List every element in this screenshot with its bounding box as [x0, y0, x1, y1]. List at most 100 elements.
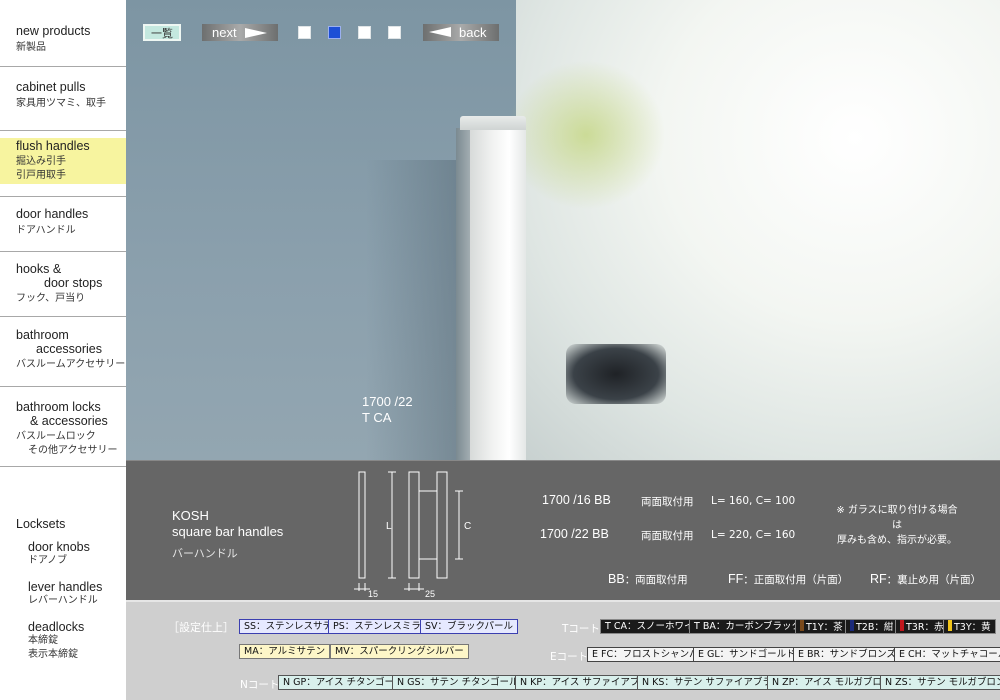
note-line-1: ※ ガラスに取り付ける場合は — [836, 505, 958, 531]
back-button-label: back — [459, 25, 487, 40]
diagram-label-l: L — [386, 521, 392, 532]
spec-model-2: 1700 /22 BB — [540, 527, 609, 541]
diagram-label-c: C — [464, 521, 471, 532]
finish-e-ch[interactable]: E CH：マットチャコール — [894, 647, 1000, 662]
nav-label-jp: バスルームアクセサリー — [16, 359, 126, 370]
swatch-label: T3Y：黄 — [954, 622, 991, 633]
finish-ma[interactable]: MA：アルミサテン — [239, 644, 331, 659]
nav-label-en: cabinet pulls — [16, 80, 86, 94]
nav-label-jp-2: その他アクセサリー — [28, 445, 118, 456]
arrow-left-icon — [429, 27, 451, 37]
bar-handle-top — [460, 116, 526, 130]
finish-n-zs[interactable]: N ZS：サテン モルガブロンズ — [880, 675, 1000, 690]
nav-label-jp: 本締錠 — [28, 635, 58, 646]
nav-label-en-2: accessories — [36, 342, 102, 356]
divider — [0, 251, 126, 252]
page-indicator-2[interactable] — [328, 26, 341, 39]
caption-model: 1700 /22 — [362, 394, 413, 409]
legend-desc: ：裏止め用（片面） — [886, 574, 982, 586]
nav-cabinet-pulls[interactable]: cabinet pulls 家具用ツマミ、取手 — [0, 80, 126, 111]
page-indicator-3[interactable] — [358, 26, 371, 39]
nav-deadlocks[interactable]: deadlocks 本締錠 表示本締錠 — [0, 620, 126, 662]
photo-foliage — [506, 60, 666, 210]
color-chip — [850, 620, 854, 631]
diagram-dim-25: 25 — [425, 589, 435, 599]
product-subtitle: square bar handles — [172, 524, 284, 539]
finish-e-br[interactable]: E BR：サンドブロンズ — [793, 647, 901, 662]
nav-label-jp: バスルームロック — [16, 431, 96, 442]
divider — [0, 386, 126, 387]
nav-label-en: door handles — [16, 207, 89, 221]
swatch-label: T1Y：茶 — [806, 622, 843, 633]
next-button-label: next — [212, 25, 237, 40]
finish-t3r[interactable]: T3R：赤 — [895, 619, 949, 634]
spec-mount-1: 両面取付用 — [641, 496, 694, 508]
finish-t3y[interactable]: T3Y：黄 — [943, 619, 996, 634]
nav-hooks-door-stops[interactable]: hooks & door stops フック、戸当り — [0, 262, 126, 306]
spec-model-1: 1700 /16 BB — [542, 493, 611, 507]
product-info-panel: KOSH square bar handles バーハンドル L C 15 25 — [126, 460, 1000, 600]
sidebar: new products 新製品 cabinet pulls 家具用ツマミ、取手… — [0, 0, 126, 700]
product-name: KOSH — [172, 508, 209, 523]
note-line-2: 厚みも含め、指示が必要。 — [837, 535, 957, 546]
divider — [0, 66, 126, 67]
color-chip — [800, 620, 804, 631]
legend-bb: BB：両面取付用 — [608, 572, 688, 587]
finish-e-gl[interactable]: E GL：サンドゴールド — [693, 647, 801, 662]
nav-label-jp-2: 引戸用取手 — [16, 170, 66, 181]
finish-mv[interactable]: MV：スパークリングシルバー — [330, 644, 469, 659]
divider — [0, 466, 126, 467]
nav-lever-handles[interactable]: lever handles レバーハンドル — [0, 580, 126, 608]
divider — [0, 130, 126, 131]
t-coat-label: Tコート — [562, 623, 600, 635]
nav-label-en: bathroom locks — [16, 400, 101, 414]
nav-label-en: flush handles — [16, 139, 90, 153]
nav-flush-handles[interactable]: flush handles 掘込み引手 引戸用取手 — [0, 138, 126, 184]
spec-dims-1: L= 160, C= 100 — [711, 495, 796, 507]
nav-label-en: new products — [16, 24, 91, 38]
finish-t2b[interactable]: T2B：紺 — [845, 619, 899, 634]
nav-label-jp: フック、戸当り — [16, 293, 86, 304]
color-chip — [948, 620, 952, 631]
next-button[interactable]: next — [202, 24, 278, 41]
nav-new-products[interactable]: new products 新製品 — [0, 24, 126, 55]
page-indicator-4[interactable] — [388, 26, 401, 39]
finish-t1y[interactable]: T1Y：茶 — [795, 619, 848, 634]
diagram-dim-15: 15 — [368, 589, 378, 599]
finish-heading: ［設定仕上］ — [168, 621, 234, 634]
n-coat-label: Nコート — [240, 679, 280, 691]
page-indicator-1[interactable] — [298, 26, 311, 39]
list-button-label: 一覧 — [151, 27, 173, 40]
caption-finish: T CA — [362, 410, 392, 425]
diagram-side-view — [358, 471, 366, 579]
arrow-right-icon — [244, 27, 267, 38]
color-chip — [900, 620, 904, 631]
legend-key: BB — [608, 572, 625, 586]
nav-label-en: door knobs — [28, 540, 90, 554]
legend-key: FF — [728, 572, 744, 586]
e-coat-label: Eコート — [550, 651, 589, 663]
nav-door-handles[interactable]: door handles ドアハンドル — [0, 207, 126, 238]
nav-label-en: deadlocks — [28, 620, 85, 634]
finish-sv[interactable]: SV：ブラックパール — [420, 619, 519, 634]
nav-label-en: hooks & — [16, 262, 62, 276]
legend-rf: RF：裏止め用（片面） — [870, 572, 981, 587]
nav-door-knobs[interactable]: door knobs ドアノブ — [0, 540, 126, 568]
legend-desc: ：両面取付用 — [624, 574, 688, 586]
nav-label-jp: 新製品 — [16, 42, 46, 53]
nav-label-en-2: door stops — [44, 276, 103, 290]
nav-label-en: lever handles — [28, 580, 103, 594]
finish-n-gs[interactable]: N GS：サテン チタンゴールド — [392, 675, 534, 690]
locksets-heading: Locksets — [0, 517, 126, 531]
list-button[interactable]: 一覧 — [143, 24, 181, 41]
swatch-label: T3R：赤 — [906, 622, 944, 633]
nav-bathroom-locks[interactable]: bathroom locks & accessories バスルームロック その… — [0, 400, 126, 458]
legend-desc: ：正面取付用（片面） — [743, 574, 849, 586]
bar-handle-image — [456, 116, 530, 460]
finish-t-ba[interactable]: T BA：カーボンブラック — [689, 619, 807, 634]
nav-label-jp-2: 表示本締錠 — [28, 649, 78, 660]
back-button[interactable]: back — [423, 24, 499, 41]
nav-bathroom-accessories[interactable]: bathroom accessories バスルームアクセサリー — [0, 328, 126, 372]
nav-label-jp: ドアハンドル — [16, 225, 76, 236]
photo-dark-object — [566, 344, 666, 404]
